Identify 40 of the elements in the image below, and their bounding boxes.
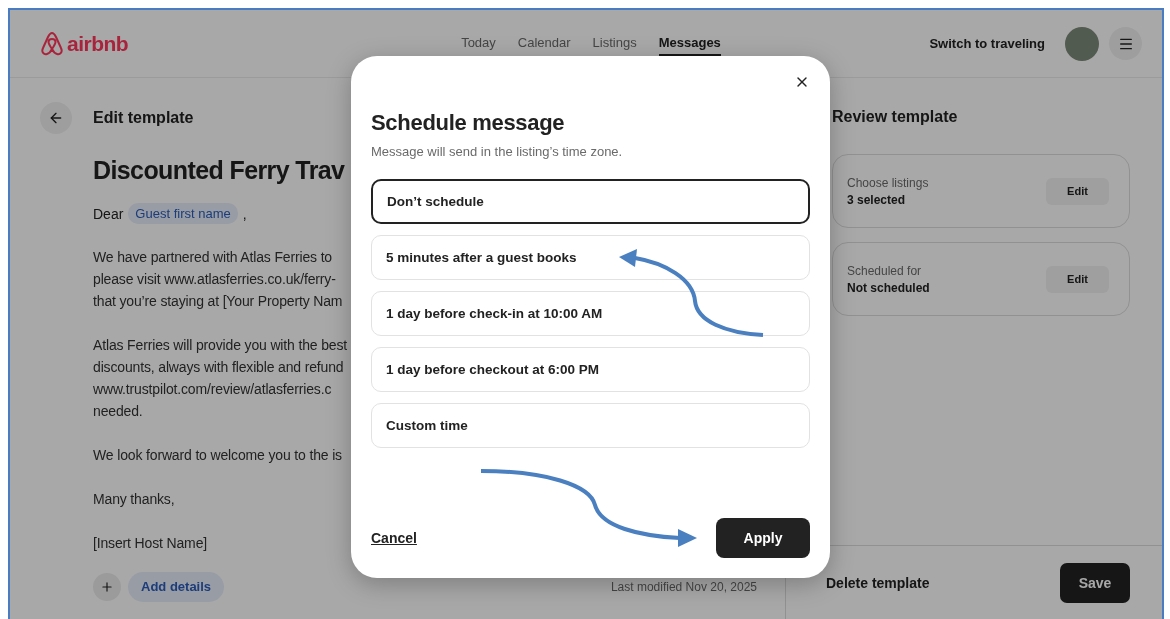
message-paragraph: We have partnered with Atlas Ferries to please visit www.atlasferries.co.uk/ferry- that you’re staying at [Your Property Nam [93,248,343,311]
delete-link[interactable]: Delete template [826,574,930,591]
dialog-title: Schedule message [371,110,566,136]
add-button[interactable] [93,572,121,601]
card-value: 3 selected [847,192,907,207]
message-paragraph: Many thanks, [93,490,175,509]
back-button[interactable] [40,102,72,134]
card-label: Choose listings [847,175,929,190]
message-paragraph: We look forward to welcome you to the is [93,446,342,465]
avatar[interactable] [1065,26,1099,61]
add-details-button[interactable]: Add details [128,571,225,602]
switch-link[interactable]: Switch to traveling [929,36,1045,51]
section-heading: Review template [832,108,959,126]
edit-button[interactable]: Edit [1046,177,1109,205]
logo-icon [40,30,64,57]
cancel-link[interactable]: Cancel [371,530,417,546]
section-heading: Edit template [93,109,194,127]
nav-tab[interactable]: Today [461,31,496,56]
plus-icon [100,579,114,594]
dialog-subtitle: Message will send in the listing’s time zone. [371,144,624,159]
edit-button[interactable]: Edit [1046,265,1109,293]
save-button[interactable]: Save [1060,562,1130,603]
greeting-text: Dear [93,205,124,222]
nav-tab[interactable]: Listings [592,31,637,56]
schedule-option[interactable]: 1 day before checkout at 6:00 PM [371,347,810,392]
menu-button[interactable] [1109,27,1142,60]
apply-button[interactable]: Apply [716,518,810,558]
template-title: Discounted Ferry Trav [93,156,345,185]
card-label: Scheduled for [847,263,923,278]
last-modified-text: Last modified Nov 20, 2025 [610,579,757,594]
schedule-option[interactable]: 5 minutes after a guest books [371,235,810,280]
card-value: Not scheduled [847,280,930,295]
message-paragraph: Atlas Ferries will provide you with the best discounts, always with flexible and refund www.trustpilot.com/review/atlasferries.c needed. [93,336,348,421]
greeting-punctuation: , [242,205,247,222]
message-paragraph: [Insert Host Name] [93,534,207,553]
schedule-option[interactable]: 1 day before check-in at 10:00 AM [371,291,810,336]
schedule-option[interactable]: Don’t schedule [371,179,810,224]
variable-chip[interactable]: Guest first name [128,203,238,224]
schedule-option[interactable]: Custom time [371,403,810,448]
nav-tab[interactable]: Calendar [517,31,571,56]
